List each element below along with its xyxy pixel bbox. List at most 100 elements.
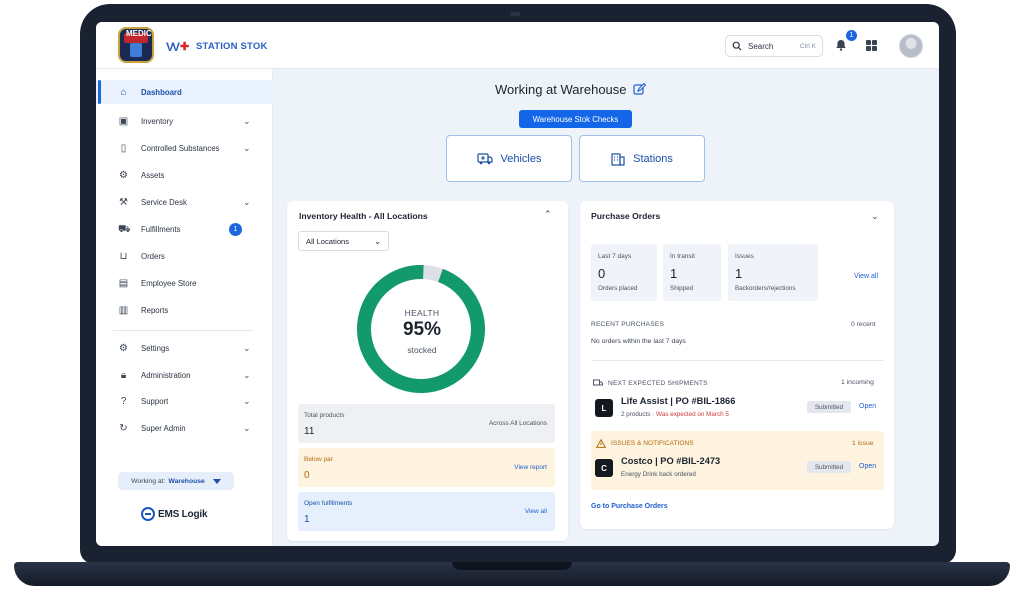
help-icon: ? (120, 395, 127, 407)
open-fulfillments-row: Open fulfillments 1 View all (298, 492, 555, 531)
below-par-value: 0 (304, 470, 310, 481)
sidebar-item-label: Administration (141, 370, 191, 380)
chevron-down-icon: ⌄ (243, 369, 251, 380)
chevron-up-icon[interactable]: ⌃ (544, 209, 552, 220)
ems-logo-icon (141, 507, 155, 521)
sidebar-item-inventory[interactable]: ▣ Inventory ⌄ (96, 109, 273, 133)
stations-button[interactable]: Stations (579, 135, 705, 182)
total-products-label: Total products (304, 412, 345, 419)
sidebar-item-super-admin[interactable]: ↻ Super Admin ⌄ (96, 416, 273, 440)
stat-sub: Backorders/rejections (735, 285, 796, 292)
open-fulfillments-value: 1 (304, 514, 310, 525)
po-subtitle: Energy Drink back ordered (621, 471, 696, 478)
sidebar-item-orders[interactable]: ⊔ Orders (96, 244, 273, 268)
apps-grid-icon[interactable] (866, 40, 877, 51)
camera (510, 12, 520, 16)
notification-badge: 1 (846, 30, 857, 41)
chevron-down-icon[interactable]: ⌄ (871, 211, 879, 222)
ambulance-icon (476, 153, 493, 165)
divider (591, 360, 884, 361)
brand-logo[interactable]: VV ✚ STATION STOK (166, 38, 268, 54)
sidebar-item-administration[interactable]: 🔒︎ Administration ⌄ (96, 363, 273, 387)
location-select-value: All Locations (306, 236, 350, 246)
fulfillments-badge: 1 (229, 222, 242, 236)
sidebar-item-label: Dashboard (141, 87, 182, 97)
recent-count: 0 recent (851, 321, 876, 328)
truck-icon: ⛟ (118, 223, 131, 235)
warehouse-stok-checks-button[interactable]: Warehouse Stok Checks (519, 110, 632, 128)
top-bar: MEDIC VV ✚ STATION STOK Search Ctrl K 1 (96, 22, 939, 69)
below-par-label: Below par (304, 456, 333, 463)
stations-label: Stations (633, 152, 673, 165)
stat-value: 1 (670, 266, 678, 281)
po-subtitle: 2 products · Was expected on March 5 (621, 411, 729, 418)
view-all-fulfillments-link[interactable]: View all (525, 508, 547, 515)
vendor-logo: C (595, 459, 613, 477)
working-at-label: Working at: (131, 477, 166, 485)
brand-name: STATION STOK (196, 40, 268, 52)
go-to-purchase-orders-link[interactable]: Go to Purchase Orders (591, 503, 668, 510)
search-box[interactable]: Search Ctrl K (725, 35, 823, 57)
shipment-row[interactable]: L Life Assist | PO #BIL-1866 2 products … (591, 393, 884, 427)
issues-section-label: ISSUES & NOTIFICATIONS (596, 439, 694, 448)
po-title: Life Assist | PO #BIL-1866 (621, 396, 736, 406)
sidebar-item-settings[interactable]: ⚙ Settings ⌄ (96, 336, 273, 360)
sidebar-item-controlled-substances[interactable]: ▯ Controlled Substances ⌄ (96, 136, 273, 160)
bell-icon[interactable] (834, 38, 848, 52)
open-po-link[interactable]: Open (859, 403, 876, 410)
user-avatar[interactable] (899, 34, 923, 58)
sidebar-item-dashboard[interactable]: ⌂ Dashboard (96, 80, 273, 104)
sidebar-item-label: Orders (141, 251, 165, 261)
stocked-label: stocked (407, 345, 437, 355)
vehicles-button[interactable]: Vehicles (446, 135, 572, 182)
sidebar-item-reports[interactable]: ▥ Reports (96, 298, 273, 322)
stat-label: In transit (670, 253, 695, 260)
chevron-down-icon: ⌄ (243, 115, 251, 126)
health-label: HEALTH (404, 308, 440, 318)
inventory-health-card: Inventory Health - All Locations ⌃ All L… (287, 201, 568, 541)
sidebar-item-service-desk[interactable]: ⚒ Service Desk ⌄ (96, 190, 273, 214)
vehicles-label: Vehicles (500, 152, 542, 165)
purchase-orders-card: Purchase Orders ⌄ Last 7 days 0 Orders p… (580, 201, 894, 529)
stat-sub: Orders placed (598, 285, 638, 292)
clipboard-icon: ▯ (120, 142, 127, 154)
chevron-down-icon: ⌄ (243, 342, 251, 353)
caret-down-icon (212, 478, 221, 484)
location-select[interactable]: All Locations ⌄ (298, 231, 389, 251)
chevron-down-icon: ⌄ (243, 142, 251, 153)
home-icon: ⌂ (120, 86, 127, 98)
stat-orders-placed: Last 7 days 0 Orders placed (591, 244, 657, 301)
working-at-selector[interactable]: Working at: Warehouse (118, 472, 234, 490)
total-products-row: Total products 11 Across All Locations (298, 404, 555, 443)
refresh-icon: ↻ (119, 422, 128, 434)
po-view-all-link[interactable]: View all (854, 273, 878, 280)
stat-sub: Shipped (670, 285, 694, 292)
sidebar-item-employee-store[interactable]: ▤ Employee Store (96, 271, 273, 295)
medic-badge-logo: MEDIC (118, 27, 154, 63)
sidebar-item-label: Super Admin (141, 423, 186, 433)
sidebar-item-label: Settings (141, 343, 170, 353)
inventory-health-title: Inventory Health - All Locations (299, 211, 428, 221)
edit-icon[interactable] (632, 83, 646, 96)
issue-row[interactable]: C Costco | PO #BIL-2473 Energy Drink bac… (591, 453, 884, 487)
brand-mark-icon: VV ✚ (166, 40, 190, 54)
search-label: Search (748, 41, 774, 51)
inventory-icon: ▣ (118, 115, 129, 127)
page-title: Working at Warehouse (495, 82, 646, 97)
shipments-label-text: NEXT EXPECTED SHIPMENTS (608, 379, 708, 387)
sidebar-item-fulfillments[interactable]: ⛟ Fulfillments 1 (96, 217, 273, 241)
sidebar-item-support[interactable]: ? Support ⌄ (96, 389, 273, 413)
sidebar-item-label: Support (141, 396, 169, 406)
sidebar-item-label: Employee Store (141, 278, 197, 288)
sidebar-item-label: Assets (141, 170, 165, 180)
shipments-section-label: NEXT EXPECTED SHIPMENTS (593, 379, 708, 387)
open-po-link[interactable]: Open (859, 463, 876, 470)
sidebar-item-assets[interactable]: ⚙ Assets (96, 163, 273, 187)
stat-value: 0 (598, 266, 606, 281)
laptop-notch (452, 562, 572, 570)
stat-label: Last 7 days (598, 253, 632, 260)
health-percentage: 95% (402, 319, 442, 340)
reports-icon: ▥ (118, 304, 129, 316)
purchase-orders-title: Purchase Orders (591, 211, 661, 221)
view-report-link[interactable]: View report (514, 464, 547, 471)
